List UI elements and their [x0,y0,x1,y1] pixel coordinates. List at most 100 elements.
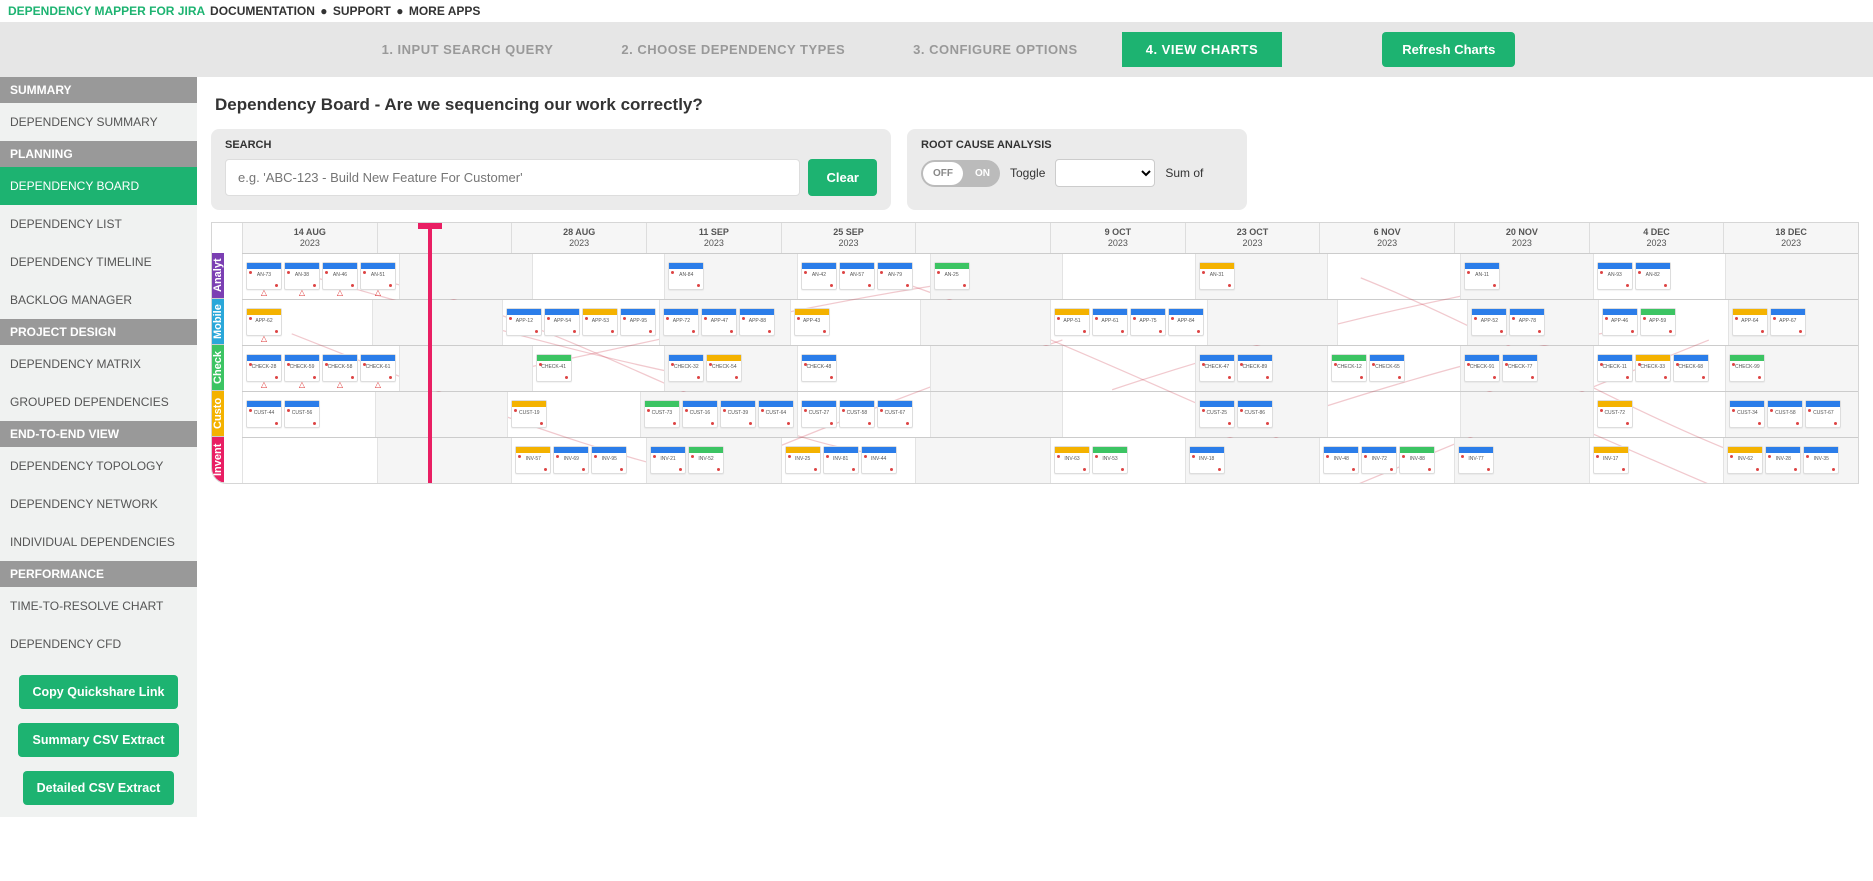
issue-card[interactable]: INV-44 [861,446,897,474]
search-input[interactable] [225,159,800,196]
issue-card[interactable]: CHECK-58△ [322,354,358,382]
issue-card[interactable]: CHECK-65 [1369,354,1405,382]
issue-card[interactable]: CHECK-61△ [360,354,396,382]
issue-card[interactable]: CUST-39 [720,400,756,428]
link-support[interactable]: SUPPORT [333,4,391,18]
issue-card[interactable]: CUST-73 [644,400,680,428]
issue-card[interactable]: INV-72 [1361,446,1397,474]
step-2[interactable]: 2. CHOOSE DEPENDENCY TYPES [597,32,869,67]
issue-card[interactable]: AN-84 [668,262,704,290]
swimlane-label-mobile[interactable]: Mobile [212,299,224,345]
sidebar-item[interactable]: DEPENDENCY TIMELINE [0,243,197,281]
issue-card[interactable]: CUST-27 [801,400,837,428]
sidebar-item[interactable]: DEPENDENCY CFD [0,625,197,663]
issue-card[interactable]: INV-57 [515,446,551,474]
issue-card[interactable]: AN-93 [1597,262,1633,290]
issue-card[interactable]: CHECK-91 [1464,354,1500,382]
sidebar-action-button[interactable]: Copy Quickshare Link [19,675,179,709]
issue-card[interactable]: APP-51 [1054,308,1090,336]
issue-card[interactable]: AN-51△ [360,262,396,290]
issue-card[interactable]: APP-72 [663,308,699,336]
issue-card[interactable]: INV-52 [688,446,724,474]
refresh-charts-button[interactable]: Refresh Charts [1382,32,1515,67]
issue-card[interactable]: CUST-58 [1767,400,1803,428]
issue-card[interactable]: AN-31 [1199,262,1235,290]
issue-card[interactable]: AN-57 [839,262,875,290]
issue-card[interactable]: CUST-25 [1199,400,1235,428]
issue-card[interactable]: APP-59 [1640,308,1676,336]
issue-card[interactable]: APP-88 [739,308,775,336]
swimlane-label-check[interactable]: Check [212,345,224,391]
issue-card[interactable]: CUST-64 [758,400,794,428]
root-cause-toggle[interactable]: OFF ON [921,160,1000,187]
issue-card[interactable]: INV-63 [1054,446,1090,474]
sidebar-item[interactable]: DEPENDENCY BOARD [0,167,197,205]
issue-card[interactable]: APP-47 [701,308,737,336]
step-1[interactable]: 1. INPUT SEARCH QUERY [358,32,578,67]
clear-button[interactable]: Clear [808,159,877,196]
issue-card[interactable]: INV-69 [553,446,589,474]
sidebar-item[interactable]: DEPENDENCY SUMMARY [0,103,197,141]
issue-card[interactable]: APP-78 [1509,308,1545,336]
issue-card[interactable]: INV-95 [591,446,627,474]
issue-card[interactable]: AN-38△ [284,262,320,290]
issue-card[interactable]: CHECK-12 [1331,354,1367,382]
issue-card[interactable]: AN-79 [877,262,913,290]
issue-card[interactable]: APP-12 [506,308,542,336]
issue-card[interactable]: INV-81 [823,446,859,474]
issue-card[interactable]: AN-42 [801,262,837,290]
issue-card[interactable]: AN-73△ [246,262,282,290]
issue-card[interactable]: CUST-86 [1237,400,1273,428]
issue-card[interactable]: CHECK-28△ [246,354,282,382]
sidebar-item[interactable]: DEPENDENCY MATRIX [0,345,197,383]
issue-card[interactable]: AN-11 [1464,262,1500,290]
issue-card[interactable]: APP-62△ [246,308,282,336]
step-3[interactable]: 3. CONFIGURE OPTIONS [889,32,1102,67]
issue-card[interactable]: CUST-44 [246,400,282,428]
sidebar-item[interactable]: DEPENDENCY LIST [0,205,197,243]
issue-card[interactable]: AN-25 [934,262,970,290]
issue-card[interactable]: CHECK-54 [706,354,742,382]
issue-card[interactable]: CUST-19 [511,400,547,428]
issue-card[interactable]: INV-28 [1765,446,1801,474]
swimlane-label-custo[interactable]: Custo [212,391,224,437]
issue-card[interactable]: INV-21 [650,446,686,474]
issue-card[interactable]: CHECK-59△ [284,354,320,382]
sidebar-action-button[interactable]: Summary CSV Extract [18,723,178,757]
issue-card[interactable]: CUST-16 [682,400,718,428]
issue-card[interactable]: CUST-67 [877,400,913,428]
issue-card[interactable]: CUST-58 [839,400,875,428]
issue-card[interactable]: APP-84 [1168,308,1204,336]
issue-card[interactable]: APP-52 [1471,308,1507,336]
issue-card[interactable]: CHECK-11 [1597,354,1633,382]
issue-card[interactable]: CHECK-32 [668,354,704,382]
issue-card[interactable]: CHECK-47 [1199,354,1235,382]
issue-card[interactable]: AN-82 [1635,262,1671,290]
issue-card[interactable]: CHECK-89 [1237,354,1273,382]
sidebar-item[interactable]: INDIVIDUAL DEPENDENCIES [0,523,197,561]
issue-card[interactable]: CUST-67 [1805,400,1841,428]
issue-card[interactable]: INV-53 [1092,446,1128,474]
root-cause-select[interactable] [1055,159,1155,187]
sidebar-item[interactable]: DEPENDENCY NETWORK [0,485,197,523]
issue-card[interactable]: APP-67 [1770,308,1806,336]
issue-card[interactable]: APP-75 [1130,308,1166,336]
sidebar-item[interactable]: BACKLOG MANAGER [0,281,197,319]
issue-card[interactable]: CHECK-33 [1635,354,1671,382]
issue-card[interactable]: CHECK-68 [1673,354,1709,382]
issue-card[interactable]: CHECK-48 [801,354,837,382]
issue-card[interactable]: APP-46 [1602,308,1638,336]
issue-card[interactable]: INV-77 [1458,446,1494,474]
issue-card[interactable]: CHECK-41 [536,354,572,382]
issue-card[interactable]: APP-54 [544,308,580,336]
issue-card[interactable]: INV-48 [1323,446,1359,474]
issue-card[interactable]: CUST-34 [1729,400,1765,428]
issue-card[interactable]: INV-17 [1593,446,1629,474]
issue-card[interactable]: INV-62 [1727,446,1763,474]
sidebar-action-button[interactable]: Detailed CSV Extract [23,771,175,805]
issue-card[interactable]: CHECK-99 [1729,354,1765,382]
issue-card[interactable]: INV-35 [1803,446,1839,474]
issue-card[interactable]: INV-18 [1189,446,1225,474]
issue-card[interactable]: APP-43 [794,308,830,336]
swimlane-label-analyt[interactable]: Analyt [212,253,224,299]
